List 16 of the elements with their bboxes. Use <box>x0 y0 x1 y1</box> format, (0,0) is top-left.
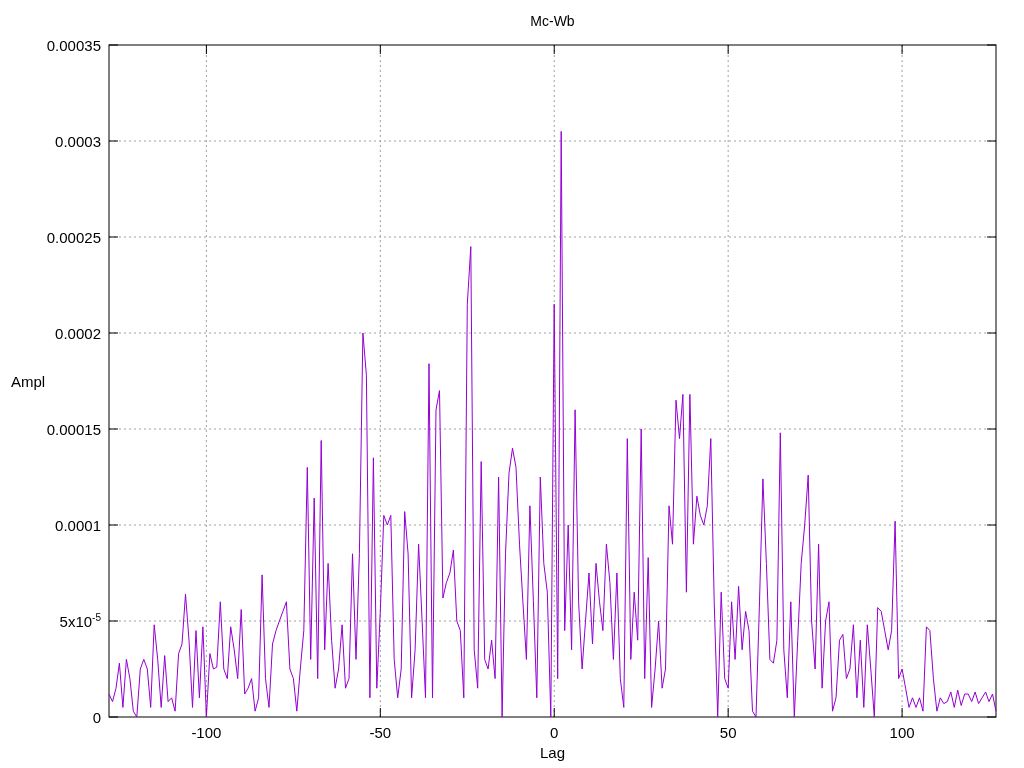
y-tick-label: 0.00025 <box>46 229 101 245</box>
y-tick-label: 0.0003 <box>55 133 101 149</box>
y-tick-label: 0 <box>92 709 101 725</box>
x-axis-label: Lag <box>540 745 565 760</box>
y-tick-label: 0.00015 <box>46 421 101 437</box>
y-tick-label: 0.0001 <box>55 517 101 533</box>
x-tick-label: 100 <box>889 725 915 740</box>
y-tick-label: 5x10$^{-5}$ <box>59 613 101 629</box>
y-axis-label: Ampl <box>10 373 46 389</box>
x-tick-label: -100 <box>191 725 222 740</box>
x-tick-label: 50 <box>719 725 737 740</box>
x-tick-label: 0 <box>550 725 559 740</box>
y-tick-label: 0.00035 <box>46 37 101 53</box>
chart-title: Mc-Wb <box>530 14 575 28</box>
y-tick-label: 0.0002 <box>55 325 101 341</box>
x-tick-label: -50 <box>369 725 392 740</box>
